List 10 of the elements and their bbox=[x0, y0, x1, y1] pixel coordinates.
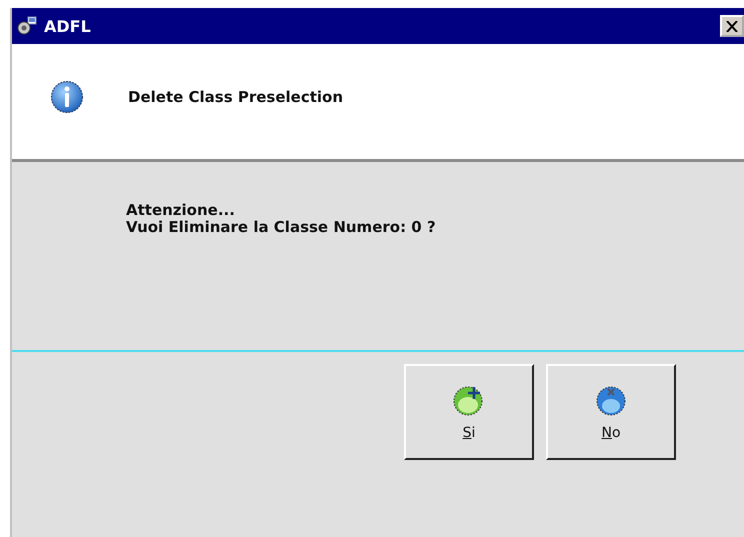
yes-button[interactable]: Si bbox=[404, 364, 534, 460]
window-title: ADFL bbox=[44, 16, 91, 36]
header-title: Delete Class Preselection bbox=[128, 88, 344, 106]
close-button[interactable] bbox=[720, 15, 744, 37]
no-button[interactable]: No bbox=[546, 364, 676, 460]
close-icon bbox=[726, 20, 738, 32]
message-text: Vuoi Eliminare la Classe Numero: 0 ? bbox=[126, 219, 437, 236]
info-icon bbox=[50, 80, 84, 114]
app-icon bbox=[16, 16, 38, 36]
message-text: Attenzione... bbox=[126, 202, 236, 219]
